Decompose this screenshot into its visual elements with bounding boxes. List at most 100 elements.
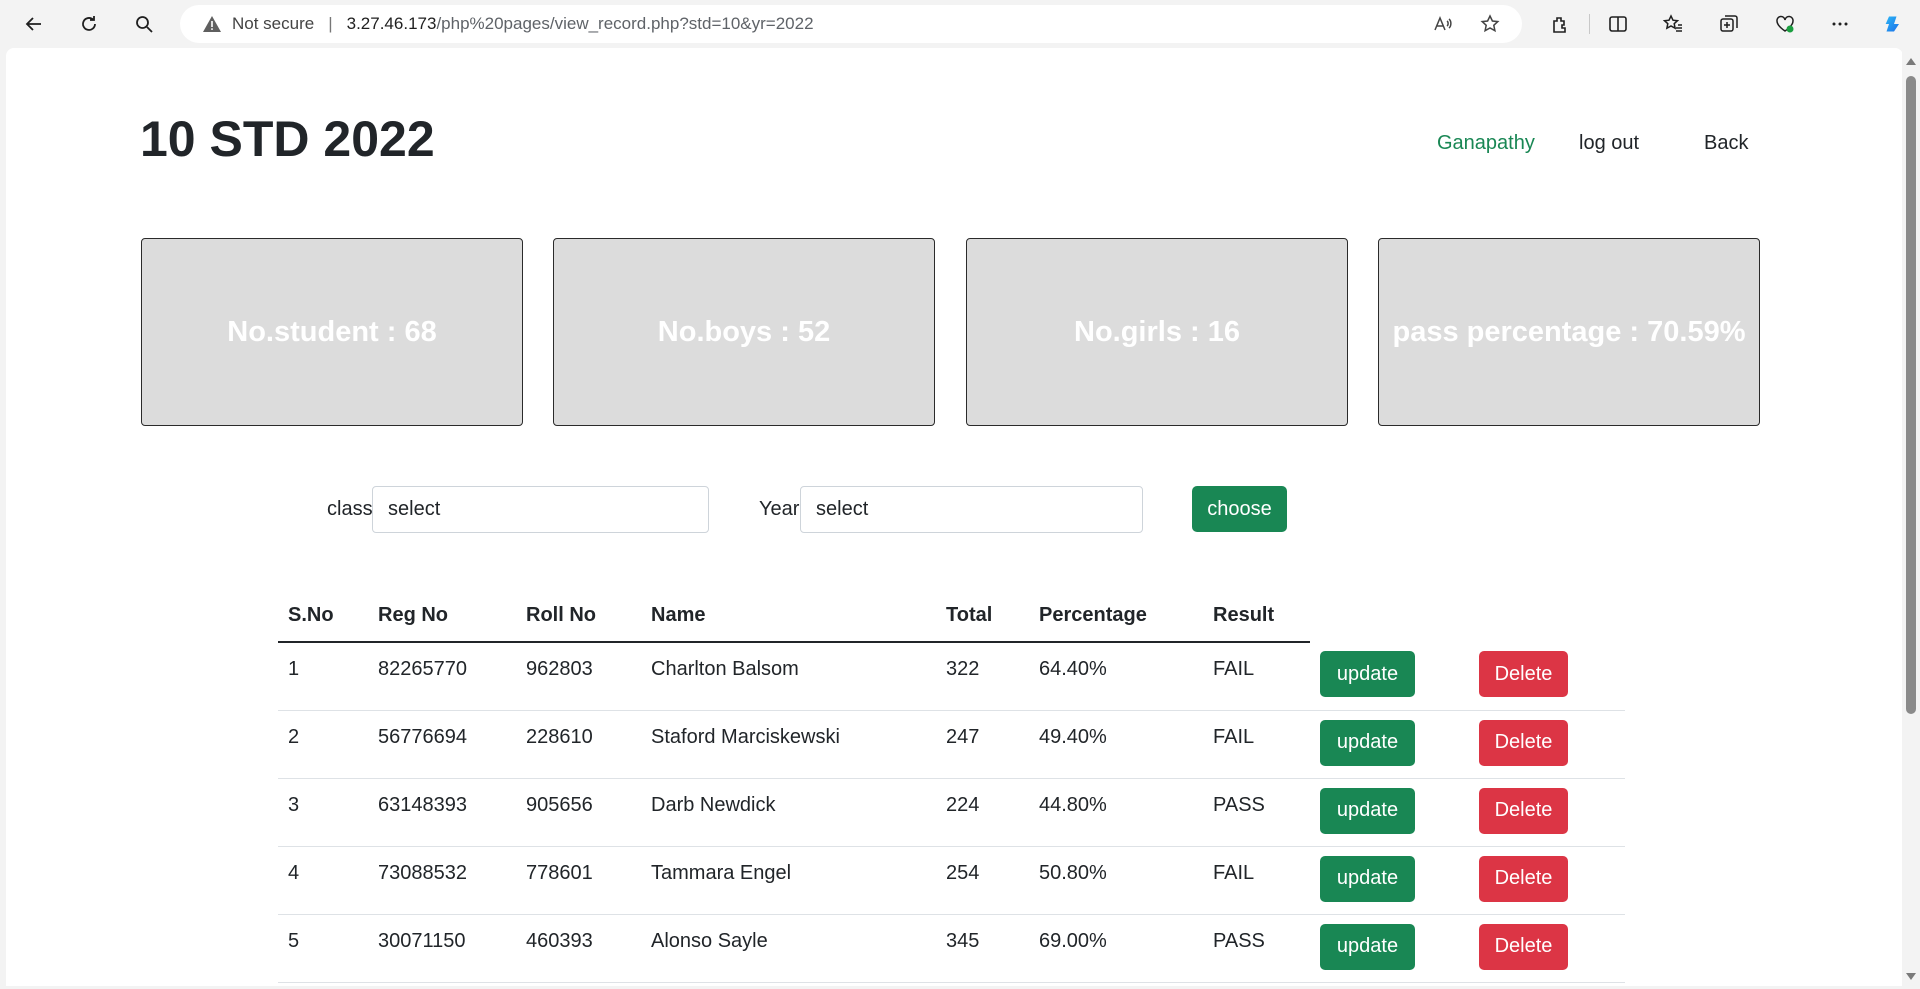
cell-sno: 5 — [278, 914, 368, 983]
update-button[interactable]: update — [1320, 719, 1415, 766]
stat-card-boys: No.boys : 52 — [553, 238, 935, 426]
cell-percentage: 69.00% — [1029, 914, 1203, 983]
cell-percentage: 44.80% — [1029, 778, 1203, 847]
cell-total: 254 — [936, 846, 1029, 915]
column-header-total: Total — [936, 590, 1029, 643]
cell-result: PASS — [1203, 778, 1310, 847]
toolbar-divider — [1589, 14, 1590, 34]
class-label: class: — [327, 498, 379, 520]
favorites-icon[interactable] — [1657, 8, 1689, 40]
back-link[interactable]: Back — [1704, 132, 1748, 155]
cell-delete: Delete — [1469, 710, 1625, 779]
split-screen-icon[interactable] — [1602, 8, 1634, 40]
table-header-row: S.No Reg No Roll No Name Total Percentag… — [278, 590, 1625, 643]
delete-button[interactable]: Delete — [1479, 719, 1568, 766]
url-host: 3.27.46.173 — [346, 14, 437, 33]
cell-reg-no: 56776694 — [368, 710, 516, 779]
browser-essentials-icon[interactable] — [1769, 8, 1801, 40]
cell-name: Tammara Engel — [641, 846, 936, 915]
update-button[interactable]: update — [1320, 651, 1415, 697]
year-label: Year: — [759, 498, 805, 520]
favorite-star-icon[interactable] — [1480, 14, 1500, 34]
cell-name: Alonso Sayle — [641, 914, 936, 983]
more-options-icon[interactable] — [1824, 8, 1856, 40]
scroll-up-arrow-icon[interactable] — [1906, 58, 1916, 65]
choose-button[interactable]: choose — [1192, 486, 1287, 532]
cell-result: FAIL — [1203, 846, 1310, 915]
update-button[interactable]: update — [1320, 855, 1415, 902]
stat-card-pass-percentage: pass percentage : 70.59% — [1378, 238, 1760, 426]
cell-total: 247 — [936, 710, 1029, 779]
cell-result: FAIL — [1203, 642, 1310, 711]
copilot-icon[interactable] — [1878, 8, 1910, 40]
cell-update: update — [1310, 846, 1469, 915]
cell-sno: 2 — [278, 710, 368, 779]
cell-percentage: 50.80% — [1029, 846, 1203, 915]
cell-total: 345 — [936, 914, 1029, 983]
refresh-icon[interactable] — [73, 8, 105, 40]
delete-button[interactable]: Delete — [1479, 787, 1568, 834]
warning-icon — [203, 16, 221, 32]
cell-reg-no: 82265770 — [368, 642, 516, 711]
column-header-sno: S.No — [278, 590, 368, 643]
cell-delete: Delete — [1469, 846, 1625, 915]
update-button[interactable]: update — [1320, 923, 1415, 970]
cell-reg-no: 30071150 — [368, 914, 516, 983]
table-row: 1 82265770 962803 Charlton Balsom 322 64… — [278, 642, 1625, 711]
column-header-result: Result — [1203, 590, 1310, 643]
cell-sno: 1 — [278, 642, 368, 711]
column-header-delete — [1469, 590, 1625, 642]
vertical-scrollbar[interactable] — [1902, 48, 1920, 989]
cell-result: PASS — [1203, 914, 1310, 983]
cell-roll-no: 778601 — [516, 846, 641, 915]
cell-result: FAIL — [1203, 710, 1310, 779]
cell-update: update — [1310, 778, 1469, 847]
year-select[interactable]: select — [800, 486, 1143, 533]
scrollbar-thumb[interactable] — [1906, 76, 1916, 714]
search-icon[interactable] — [128, 8, 160, 40]
logout-link[interactable]: log out — [1579, 132, 1639, 155]
cell-delete: Delete — [1469, 914, 1625, 983]
records-table: S.No Reg No Roll No Name Total Percentag… — [278, 590, 1625, 983]
collections-icon[interactable] — [1713, 8, 1745, 40]
cell-roll-no: 962803 — [516, 642, 641, 711]
security-label: Not secure — [232, 14, 315, 33]
update-button[interactable]: update — [1320, 787, 1415, 834]
cell-sno: 4 — [278, 846, 368, 915]
column-header-update — [1310, 590, 1469, 642]
cell-roll-no: 228610 — [516, 710, 641, 779]
cell-roll-no: 460393 — [516, 914, 641, 983]
page-viewport: 10 STD 2022 Ganapathy log out Back No.st… — [6, 48, 1903, 986]
stat-card-students: No.student : 68 — [141, 238, 523, 426]
extensions-icon[interactable] — [1544, 8, 1576, 40]
cell-percentage: 64.40% — [1029, 642, 1203, 711]
cell-delete: Delete — [1469, 778, 1625, 847]
table-row: 2 56776694 228610 Staford Marciskewski 2… — [278, 710, 1625, 779]
cell-total: 322 — [936, 642, 1029, 711]
cell-sno: 3 — [278, 778, 368, 847]
scroll-down-arrow-icon[interactable] — [1906, 973, 1916, 980]
back-arrow-icon[interactable] — [18, 8, 50, 40]
browser-toolbar: Not secure | 3.27.46.173/php%20pages/vie… — [0, 0, 1920, 48]
delete-button[interactable]: Delete — [1479, 855, 1568, 902]
url-path: /php%20pages/view_record.php?std=10&yr=2… — [436, 14, 814, 33]
delete-button[interactable]: Delete — [1479, 651, 1568, 697]
table-row: 4 73088532 778601 Tammara Engel 254 50.8… — [278, 846, 1625, 915]
address-bar[interactable]: Not secure | 3.27.46.173/php%20pages/vie… — [180, 5, 1522, 43]
page-title: 10 STD 2022 — [140, 111, 435, 167]
read-aloud-icon[interactable] — [1432, 14, 1452, 34]
column-header-roll-no: Roll No — [516, 590, 641, 643]
cell-name: Charlton Balsom — [641, 642, 936, 711]
address-separator: | — [328, 14, 333, 33]
cell-name: Staford Marciskewski — [641, 710, 936, 779]
cell-update: update — [1310, 914, 1469, 983]
table-row: 5 30071150 460393 Alonso Sayle 345 69.00… — [278, 914, 1625, 983]
cell-reg-no: 73088532 — [368, 846, 516, 915]
column-header-percentage: Percentage — [1029, 590, 1203, 643]
class-select[interactable]: select — [372, 486, 709, 533]
cell-delete: Delete — [1469, 642, 1625, 711]
nav-user-link[interactable]: Ganapathy — [1437, 132, 1535, 155]
delete-button[interactable]: Delete — [1479, 923, 1568, 970]
cell-update: update — [1310, 710, 1469, 779]
column-header-reg-no: Reg No — [368, 590, 516, 643]
